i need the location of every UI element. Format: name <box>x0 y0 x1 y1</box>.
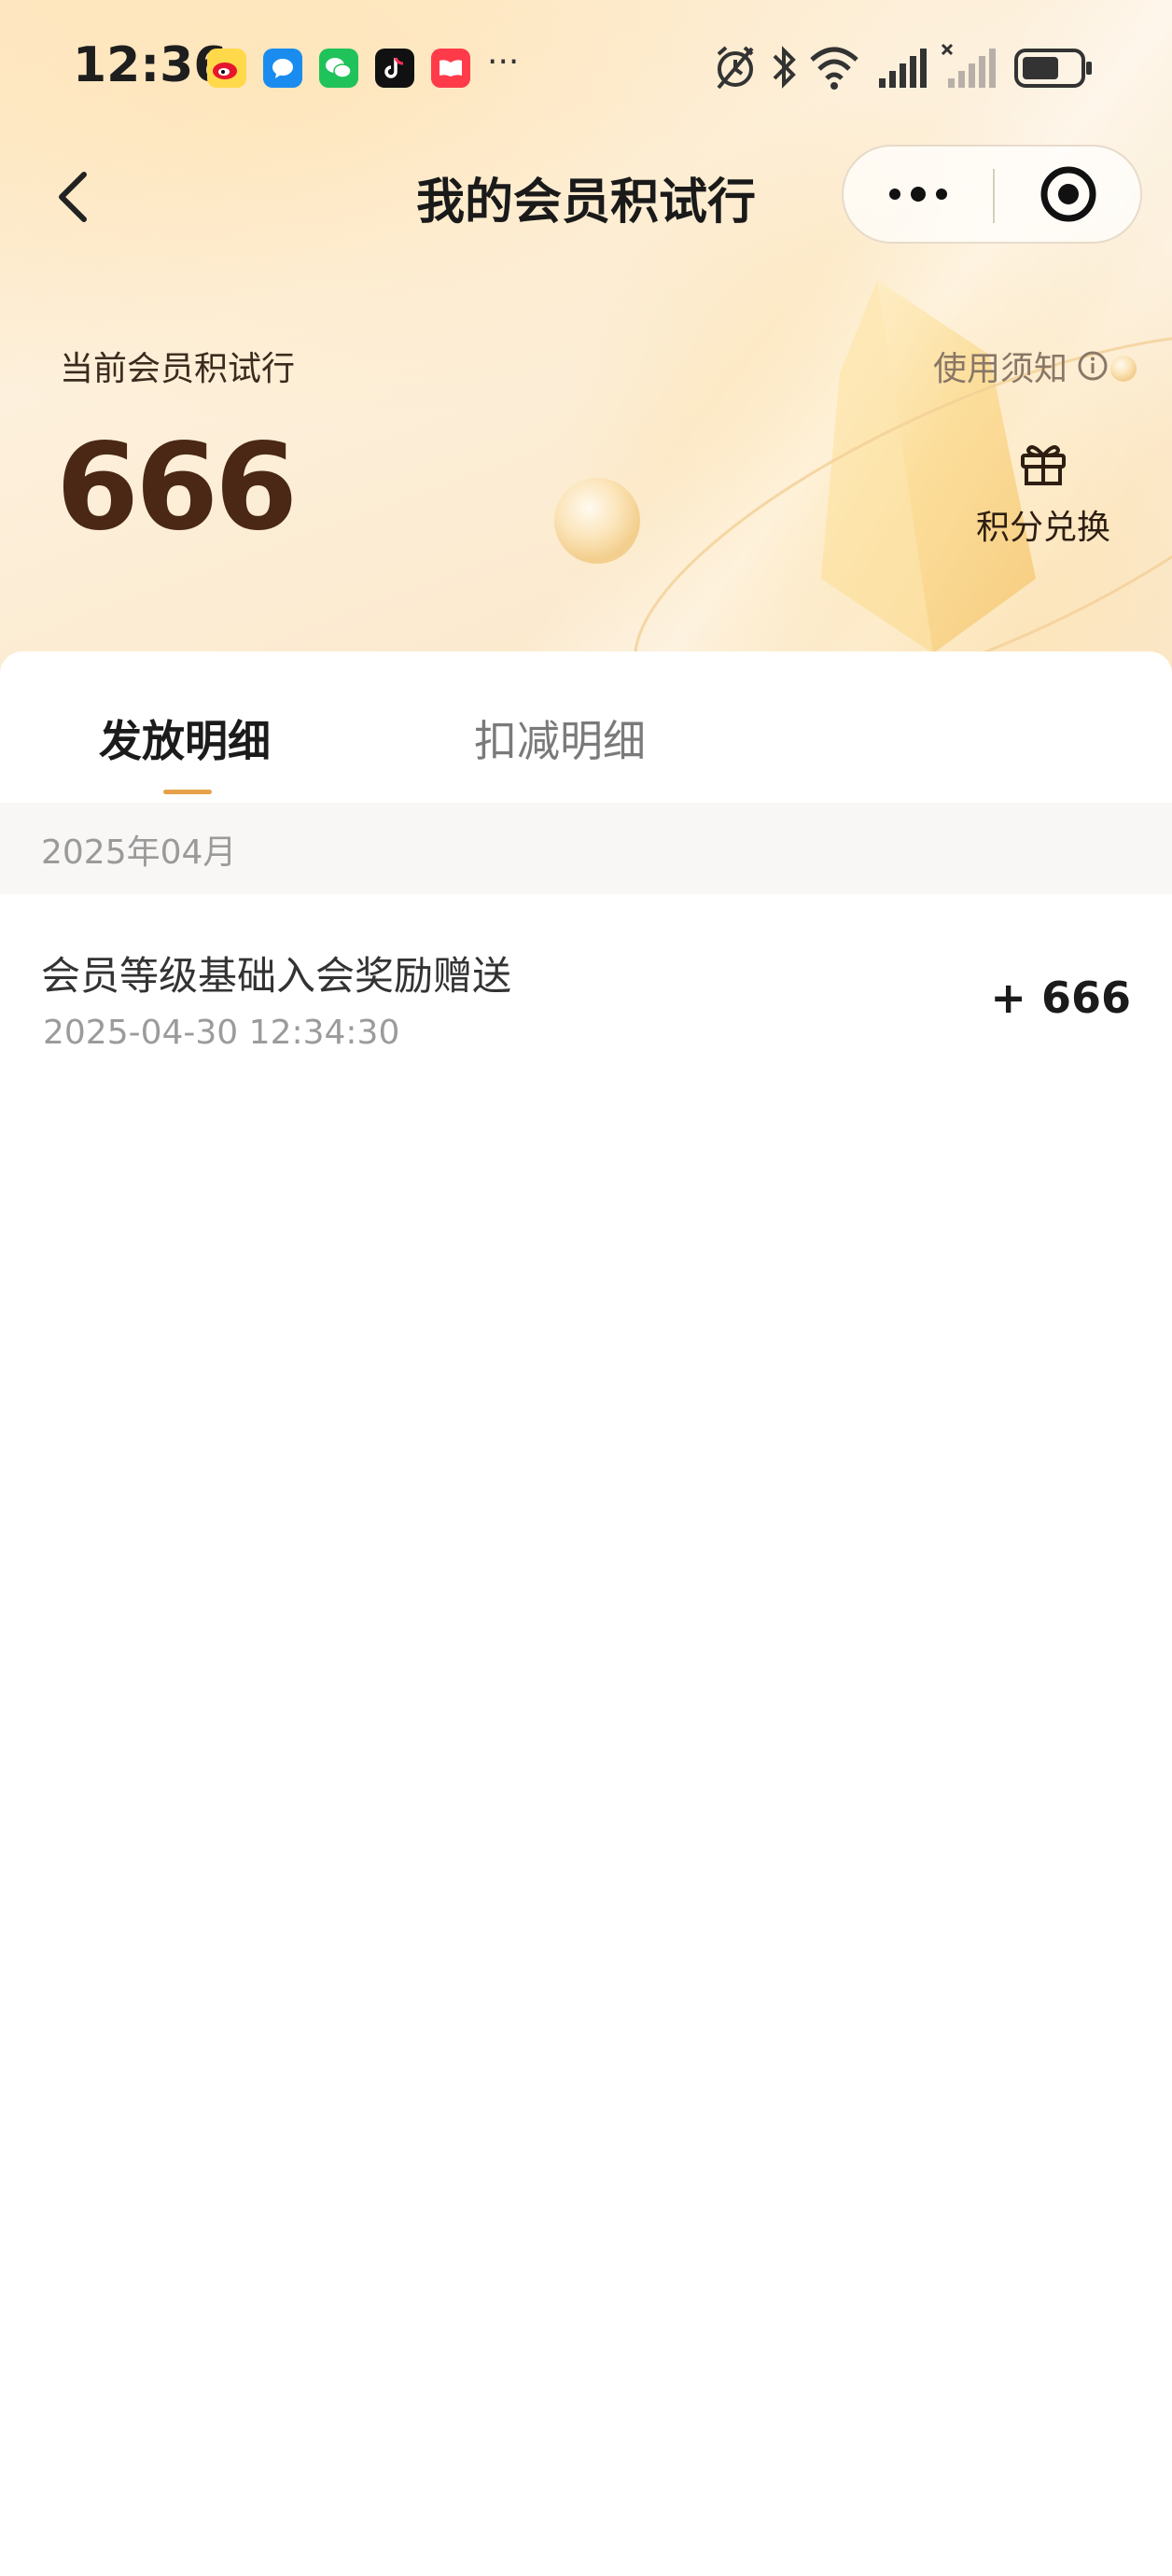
weibo-icon <box>207 49 246 88</box>
more-notifications: ··· <box>487 43 520 81</box>
month-group-header: 2025年04月 <box>0 803 1172 894</box>
usage-notice-link[interactable]: 使用须知 <box>933 342 1109 390</box>
info-icon <box>1078 351 1108 381</box>
wechat-icon <box>319 49 358 88</box>
more-dots-icon <box>889 187 947 202</box>
alarm-icon <box>717 46 754 90</box>
battery-icon <box>1014 49 1092 88</box>
wifi-icon <box>810 47 858 90</box>
active-tab-indicator <box>163 790 212 794</box>
tab-deducted-details[interactable]: 扣减明细 <box>474 707 646 769</box>
signal-no-service-icon <box>941 43 996 88</box>
message-icon <box>263 49 302 88</box>
tiktok-icon <box>375 49 414 88</box>
more-button[interactable] <box>844 147 993 242</box>
points-value: 666 <box>56 418 298 557</box>
gift-icon <box>1021 445 1066 485</box>
status-time: 12:36 <box>73 37 228 93</box>
status-bar: 12:36 ··· <box>0 0 1172 131</box>
close-mini-program-button[interactable] <box>995 147 1142 242</box>
record-time: 2025-04-30 12:34:30 <box>43 1014 400 1052</box>
signal-icon <box>879 49 927 88</box>
record-title: 会员等级基础入会奖励赠送 <box>41 953 512 999</box>
target-close-icon <box>1040 166 1096 222</box>
points-exchange-label: 积分兑换 <box>975 509 1110 547</box>
record-amount: + 666 <box>990 973 1131 1023</box>
bluetooth-icon <box>773 46 796 89</box>
red-book-icon <box>431 49 470 88</box>
usage-notice-label: 使用须知 <box>933 350 1068 388</box>
month-label: 2025年04月 <box>41 833 237 872</box>
list-item[interactable]: 会员等级基础入会奖励赠送 2025-04-30 12:34:30 + 666 <box>0 931 1172 1081</box>
nav-bar: 我的会员积试行 <box>0 140 1172 252</box>
points-label: 当前会员积试行 <box>60 350 296 388</box>
points-exchange-button[interactable]: 积分兑换 <box>961 439 1125 549</box>
tab-issued-details[interactable]: 发放明细 <box>99 707 271 769</box>
mini-program-capsule <box>842 145 1142 244</box>
